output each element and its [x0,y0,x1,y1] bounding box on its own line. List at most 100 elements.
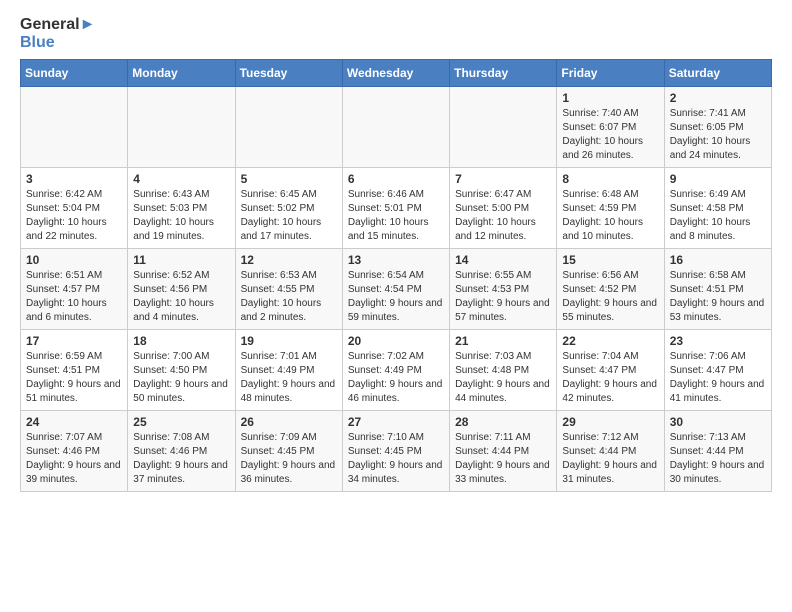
calendar-cell: 9 Sunrise: 6:49 AMSunset: 4:58 PMDaylight… [664,168,771,249]
cell-info: Sunset: 5:01 PM [348,202,444,216]
cell-info: Sunset: 4:54 PM [348,283,444,297]
day-number: 8 [562,172,658,186]
header-wednesday: Wednesday [342,60,449,87]
cell-info: Sunset: 4:58 PM [670,202,766,216]
cell-info: Sunset: 4:46 PM [26,445,122,459]
cell-info: Sunrise: 6:47 AM [455,188,551,202]
cell-info: Daylight: 9 hours and 53 minutes. [670,297,766,325]
logo: General► Blue [20,16,95,51]
cell-info: Sunrise: 7:06 AM [670,350,766,364]
calendar-cell [342,87,449,168]
calendar-cell: 12Sunrise: 6:53 AMSunset: 4:55 PMDayligh… [235,249,342,330]
cell-info: Daylight: 9 hours and 44 minutes. [455,378,551,406]
cell-info: Sunrise: 6:56 AM [562,269,658,283]
cell-info: Daylight: 10 hours and 2 minutes. [241,297,337,325]
day-number: 9 [670,172,766,186]
cell-info: Daylight: 9 hours and 39 minutes. [26,459,122,487]
cell-info: Sunrise: 6:52 AM [133,269,229,283]
calendar-cell: 6Sunrise: 6:46 AMSunset: 5:01 PMDaylight… [342,168,449,249]
day-number: 14 [455,253,551,267]
cell-info: Sunset: 4:52 PM [562,283,658,297]
day-number: 13 [348,253,444,267]
cell-info: Sunrise: 7:04 AM [562,350,658,364]
logo-blue: Blue [20,34,95,52]
cell-info: Daylight: 10 hours and 17 minutes. [241,216,337,244]
day-number: 23 [670,334,766,348]
cell-info: Sunset: 4:49 PM [348,364,444,378]
cell-info: Sunset: 6:05 PM [670,121,766,135]
calendar-cell: 30Sunrise: 7:13 AMSunset: 4:44 PMDayligh… [664,411,771,492]
day-number: 20 [348,334,444,348]
day-number: 18 [133,334,229,348]
day-number: 2 [670,91,766,105]
calendar-cell: 10 Sunrise: 6:51 AMSunset: 4:57 PMDayligh… [21,249,128,330]
cell-info: Sunrise: 6:49 AM [670,188,766,202]
cell-info: Sunrise: 7:40 AM [562,107,658,121]
cell-info: Sunset: 5:02 PM [241,202,337,216]
cell-info: Daylight: 9 hours and 41 minutes. [670,378,766,406]
day-number: 24 [26,415,122,429]
cell-info: Sunset: 5:00 PM [455,202,551,216]
cell-info: Daylight: 10 hours and 8 minutes. [670,216,766,244]
header-tuesday: Tuesday [235,60,342,87]
calendar-cell: 14Sunrise: 6:55 AMSunset: 4:53 PMDayligh… [450,249,557,330]
calendar-week-3: 10Sunrise: 6:51 AMSunset: 4:57 PMDayligh… [21,249,772,330]
cell-info: Sunset: 4:49 PM [241,364,337,378]
calendar-table: SundayMondayTuesdayWednesdayThursdayFrid… [20,59,772,492]
day-number: 28 [455,415,551,429]
calendar-cell: 15Sunrise: 6:56 AMSunset: 4:52 PMDayligh… [557,249,664,330]
cell-info: Daylight: 9 hours and 36 minutes. [241,459,337,487]
cell-info: Daylight: 9 hours and 30 minutes. [670,459,766,487]
cell-info: Sunset: 4:44 PM [455,445,551,459]
cell-info: Sunset: 4:51 PM [26,364,122,378]
day-number: 22 [562,334,658,348]
calendar-header-row: SundayMondayTuesdayWednesdayThursdayFrid… [21,60,772,87]
cell-info: Daylight: 10 hours and 15 minutes. [348,216,444,244]
cell-info: Daylight: 9 hours and 55 minutes. [562,297,658,325]
calendar-cell: 26Sunrise: 7:09 AMSunset: 4:45 PMDayligh… [235,411,342,492]
cell-info: Sunrise: 6:55 AM [455,269,551,283]
cell-info: Daylight: 9 hours and 51 minutes. [26,378,122,406]
cell-info: Daylight: 10 hours and 4 minutes. [133,297,229,325]
calendar-cell [128,87,235,168]
cell-info: Sunset: 4:47 PM [670,364,766,378]
cell-info: Sunrise: 6:48 AM [562,188,658,202]
day-number: 10 [26,253,122,267]
cell-info: Daylight: 10 hours and 6 minutes. [26,297,122,325]
calendar-week-1: 1Sunrise: 7:40 AMSunset: 6:07 PMDaylight… [21,87,772,168]
calendar-cell: 5Sunrise: 6:45 AMSunset: 5:02 PMDaylight… [235,168,342,249]
calendar-cell: 2Sunrise: 7:41 AMSunset: 6:05 PMDaylight… [664,87,771,168]
cell-info: Sunset: 4:57 PM [26,283,122,297]
cell-info: Sunset: 4:46 PM [133,445,229,459]
day-number: 27 [348,415,444,429]
cell-info: Daylight: 9 hours and 59 minutes. [348,297,444,325]
header-thursday: Thursday [450,60,557,87]
cell-info: Sunrise: 7:02 AM [348,350,444,364]
header-friday: Friday [557,60,664,87]
header-saturday: Saturday [664,60,771,87]
calendar-cell: 1Sunrise: 7:40 AMSunset: 6:07 PMDaylight… [557,87,664,168]
cell-info: Sunrise: 6:54 AM [348,269,444,283]
cell-info: Sunset: 4:56 PM [133,283,229,297]
cell-info: Sunset: 4:44 PM [670,445,766,459]
calendar-cell: 16Sunrise: 6:58 AMSunset: 4:51 PMDayligh… [664,249,771,330]
header-monday: Monday [128,60,235,87]
day-number: 21 [455,334,551,348]
cell-info: Sunrise: 6:42 AM [26,188,122,202]
cell-info: Daylight: 9 hours and 33 minutes. [455,459,551,487]
day-number: 5 [241,172,337,186]
cell-info: Sunrise: 6:51 AM [26,269,122,283]
calendar-cell: 25Sunrise: 7:08 AMSunset: 4:46 PMDayligh… [128,411,235,492]
calendar-cell: 23 Sunrise: 7:06 AMSunset: 4:47 PMDayligh… [664,330,771,411]
calendar-cell: 17Sunrise: 6:59 AMSunset: 4:51 PMDayligh… [21,330,128,411]
day-number: 1 [562,91,658,105]
calendar-cell: 7Sunrise: 6:47 AMSunset: 5:00 PMDaylight… [450,168,557,249]
cell-info: Sunset: 4:59 PM [562,202,658,216]
cell-info: Sunrise: 6:43 AM [133,188,229,202]
day-number: 30 [670,415,766,429]
cell-info: Sunrise: 6:58 AM [670,269,766,283]
cell-info: Daylight: 9 hours and 31 minutes. [562,459,658,487]
day-number: 19 [241,334,337,348]
cell-info: Sunset: 5:04 PM [26,202,122,216]
cell-info: Sunrise: 6:46 AM [348,188,444,202]
